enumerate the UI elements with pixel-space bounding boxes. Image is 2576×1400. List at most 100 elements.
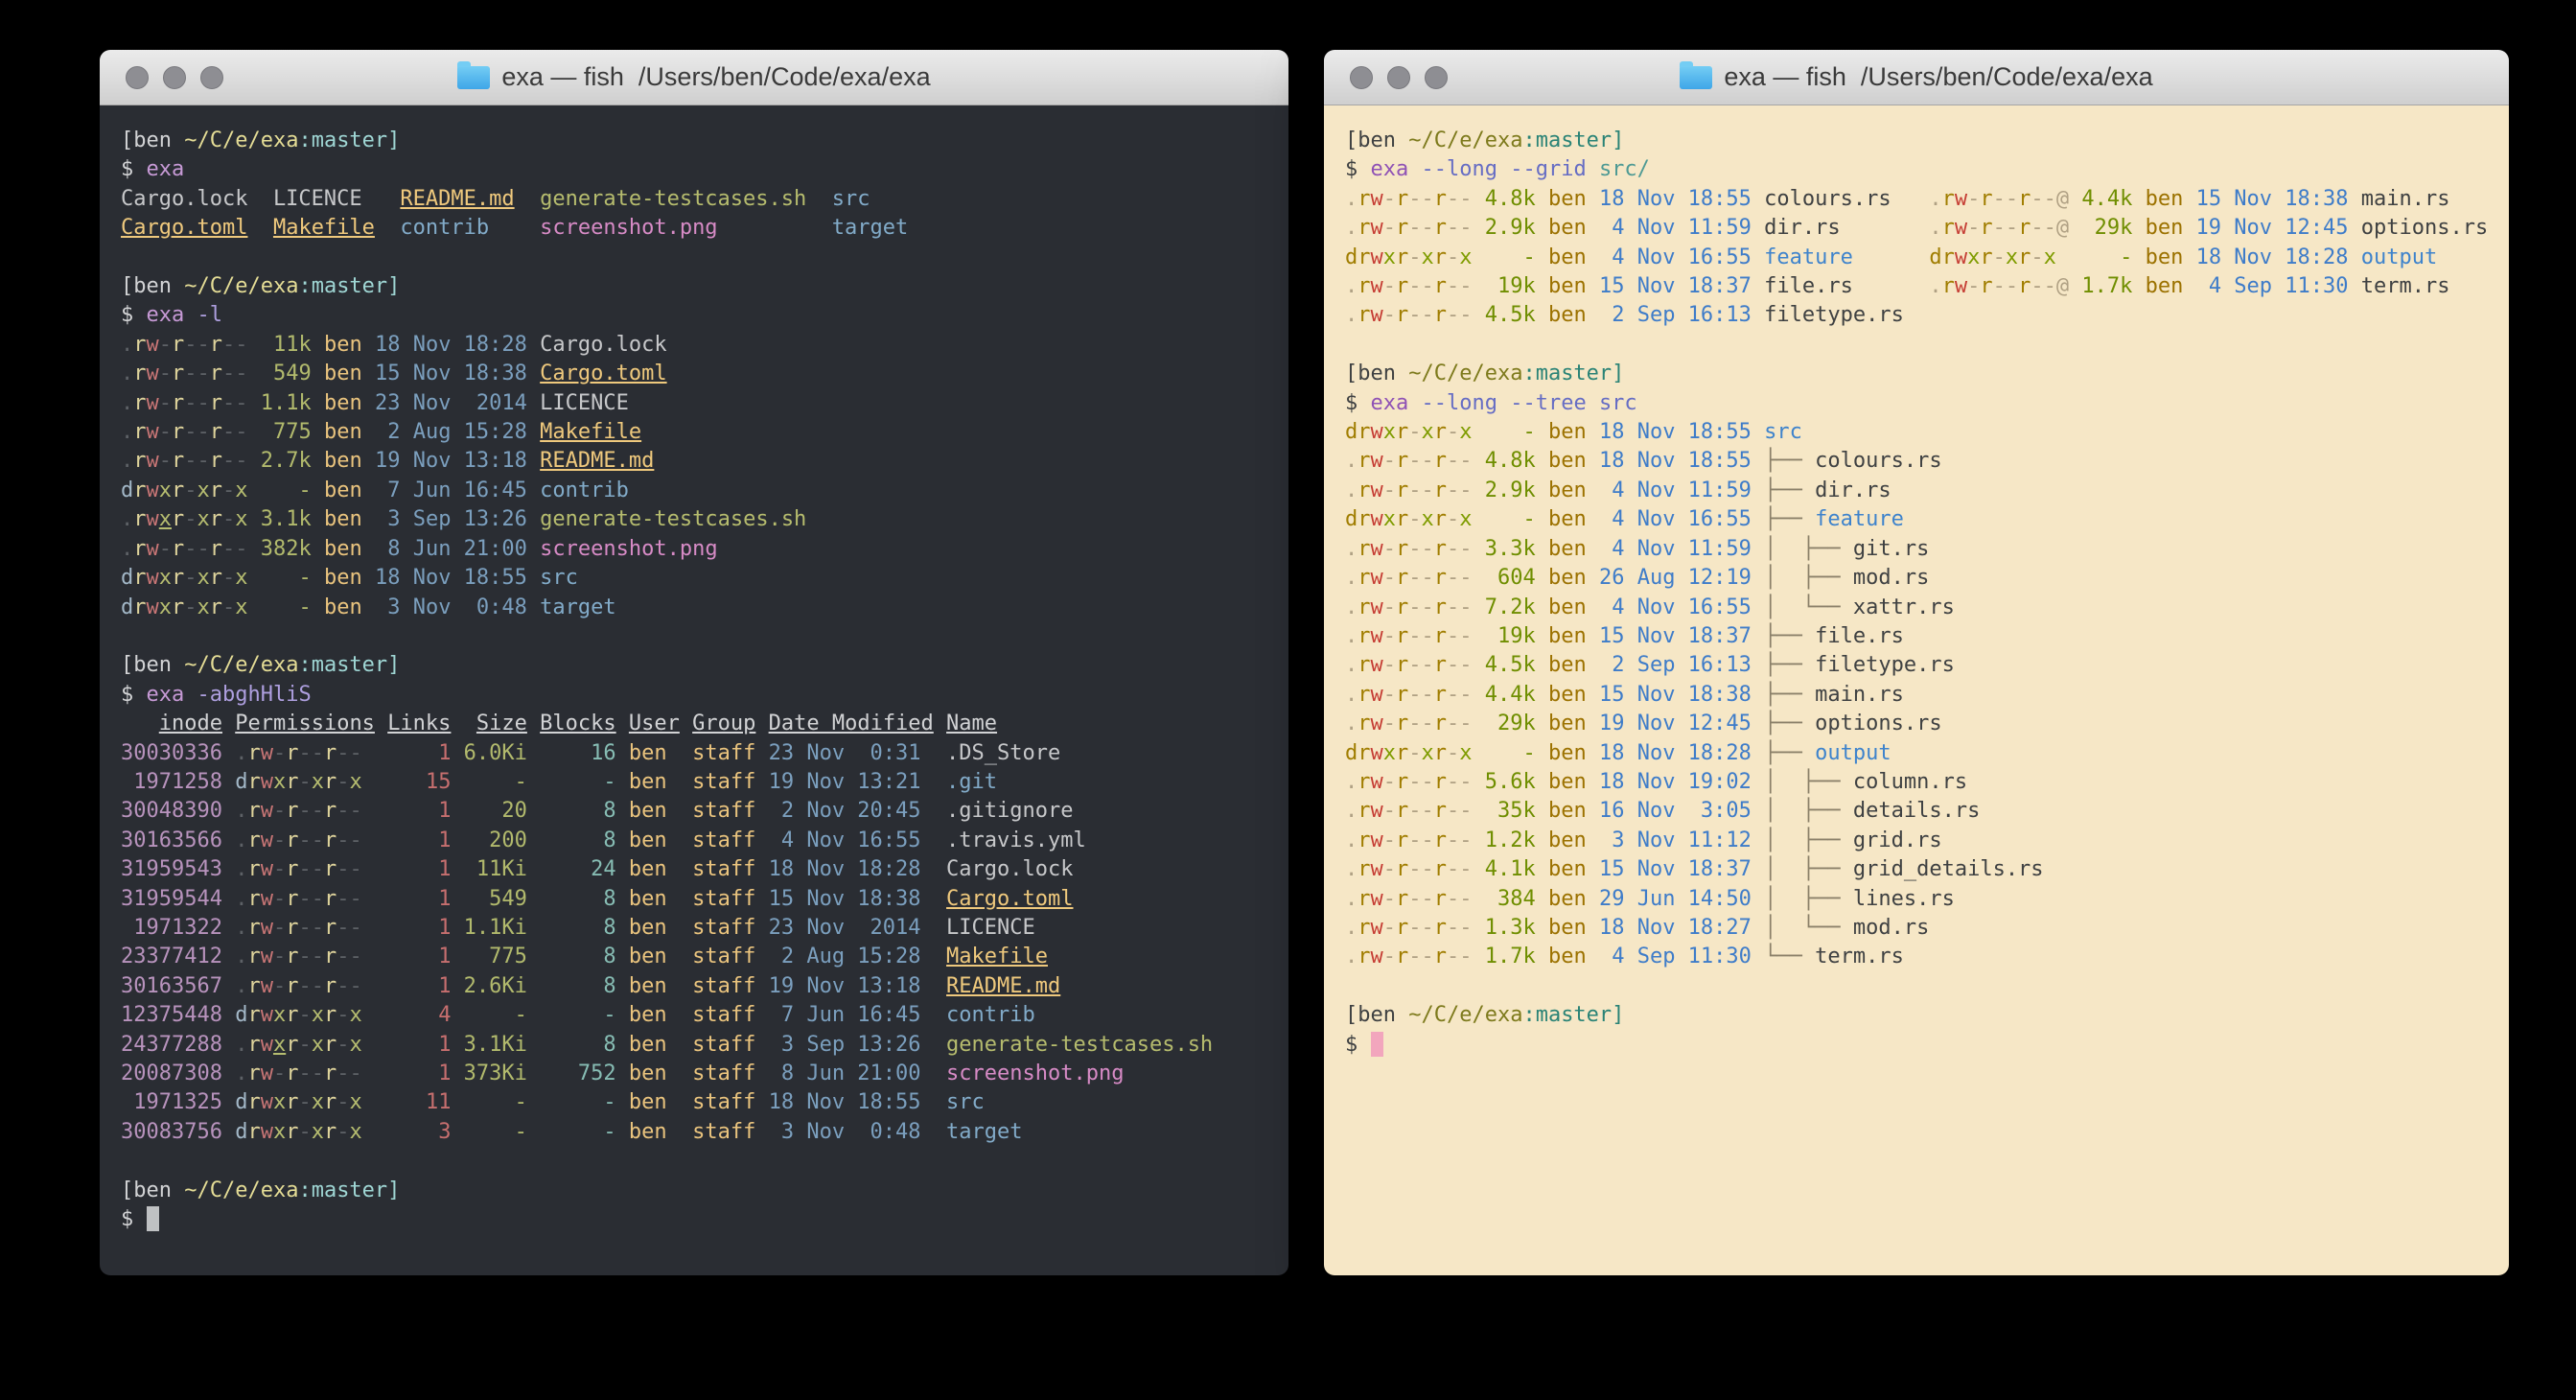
perm-char: r [1396, 712, 1408, 735]
perm-char: r [286, 945, 298, 968]
perm-char: x [273, 1120, 286, 1144]
seg-usr: ben [1536, 537, 1587, 561]
seg-t [1408, 391, 1421, 415]
seg-py: ~/C/e/exa [1408, 362, 1522, 385]
seg-date: 15 Nov 18:38 [2183, 187, 2348, 211]
perm-char: . [1345, 274, 1358, 298]
perm-char: x [1383, 245, 1396, 269]
seg-date: 2 Sep 16:13 [1587, 303, 1752, 327]
perm-char: r [324, 1062, 337, 1085]
perm-char: - [184, 478, 197, 502]
seg-t [375, 216, 401, 240]
perm-char: x [312, 1120, 324, 1144]
seg-blk: 8 [527, 974, 616, 998]
seg-t [616, 712, 629, 735]
seg-t [527, 478, 540, 502]
perm-char: r [1358, 828, 1370, 852]
seg-tree: ├── [1764, 507, 1815, 531]
seg-usr: ben [1536, 945, 1587, 968]
terminal-line: drwxr-xr-x - ben 18 Nov 18:55 src [121, 564, 1288, 593]
perm-char: r [286, 887, 298, 911]
perm-char: r [1434, 857, 1447, 881]
terminal-line: .rw-r--r-- 384 ben 29 Jun 14:50 │ ├── li… [1345, 885, 2509, 914]
perm-char: r [1396, 916, 1408, 940]
terminal-line: .rw-r--r-- 775 ben 2 Aug 15:28 Makefile [121, 418, 1288, 447]
seg-t [222, 799, 235, 823]
seg-usr: ben [616, 799, 667, 823]
perm-char: r [1358, 478, 1370, 502]
seg-t [527, 537, 540, 561]
title-bar[interactable]: exa — fish /Users/ben/Code/exa/exa [100, 50, 1288, 105]
perm-char: r [1358, 216, 1370, 240]
seg-blk: - [527, 1090, 616, 1114]
seg-sz: 29k [2069, 216, 2132, 240]
seg-t: details.rs [1853, 799, 1980, 823]
terminal-left[interactable]: [ben ~/C/e/exa:master]$ exaCargo.lock LI… [100, 105, 1288, 1275]
seg-t [222, 828, 235, 852]
close-button[interactable] [1350, 66, 1373, 89]
seg-usr: ben [616, 828, 667, 852]
seg-t [921, 1090, 947, 1114]
perm-char: - [1422, 712, 1434, 735]
perm-char: r [1396, 683, 1408, 707]
perm-char: x [197, 507, 210, 531]
seg-sz: 1.3k [1473, 916, 1536, 940]
seg-usr: ben [312, 478, 362, 502]
perm-char: - [273, 887, 286, 911]
terminal-line: .rw-r--r-- 19k ben 15 Nov 18:37 file.rs … [1345, 272, 2509, 301]
perm-char: r [247, 770, 260, 794]
perm-char: w [261, 916, 273, 940]
perm-char: . [1345, 595, 1358, 619]
seg-blk: 8 [527, 1033, 616, 1057]
seg-dir: src [832, 187, 870, 211]
minimize-button[interactable] [163, 66, 186, 89]
seg-cmd: exa [147, 157, 185, 181]
perm-char: r [286, 857, 298, 881]
zoom-button[interactable] [200, 66, 223, 89]
seg-tree: │ ├── [1764, 887, 1853, 911]
perm-char: - [222, 566, 235, 590]
perm-char: - [1408, 916, 1421, 940]
seg-date: 3 Nov 0:48 [755, 1120, 920, 1144]
perm-char: . [235, 974, 247, 998]
perm-char: - [1408, 303, 1421, 327]
seg-t: options.rs [2349, 216, 2489, 240]
seg-t [222, 1003, 235, 1027]
terminal-right[interactable]: [ben ~/C/e/exa:master]$ exa --long --gri… [1324, 105, 2509, 1275]
perm-char: w [1955, 187, 1967, 211]
perm-char: . [1345, 216, 1358, 240]
terminal-line: .rw-r--r-- 29k ben 19 Nov 12:45 ├── opti… [1345, 710, 2509, 738]
perm-char: - [1408, 857, 1421, 881]
perm-char: r [1434, 828, 1447, 852]
perm-char: - [312, 945, 324, 968]
perm-char: - [2006, 187, 2018, 211]
perm-char: r [1396, 216, 1408, 240]
perm-char: r [1358, 595, 1370, 619]
seg-tree: │ ├── [1764, 857, 1853, 881]
seg-tree: │ ├── [1764, 828, 1853, 852]
title-bar[interactable]: exa — fish /Users/ben/Code/exa/exa [1324, 50, 2509, 105]
terminal-line: .rw-r--r-- 1.3k ben 18 Nov 18:27 │ └── m… [1345, 914, 2509, 943]
perm-char: - [1459, 887, 1472, 911]
seg-usr: ben [1536, 887, 1587, 911]
perm-char: - [273, 974, 286, 998]
close-button[interactable] [126, 66, 149, 89]
seg-bld: Cargo.toml [540, 362, 666, 385]
terminal-line [1345, 331, 2509, 360]
perm-char: r [324, 770, 337, 794]
minimize-button[interactable] [1387, 66, 1410, 89]
seg-ino: 31959543 [121, 857, 222, 881]
perm-char: r [286, 799, 298, 823]
perm-char: - [1408, 887, 1421, 911]
perm-char: r [133, 391, 146, 415]
perm-char: - [349, 945, 361, 968]
seg-lnk: 1 [362, 887, 452, 911]
seg-t [934, 712, 946, 735]
seg-usr: ben [1536, 274, 1587, 298]
seg-t: options.rs [1815, 712, 1941, 735]
perm-char: r [210, 333, 222, 357]
perm-char: x [1459, 741, 1472, 765]
perm-char: - [1383, 478, 1396, 502]
zoom-button[interactable] [1425, 66, 1448, 89]
seg-lnk: 1 [362, 741, 452, 765]
